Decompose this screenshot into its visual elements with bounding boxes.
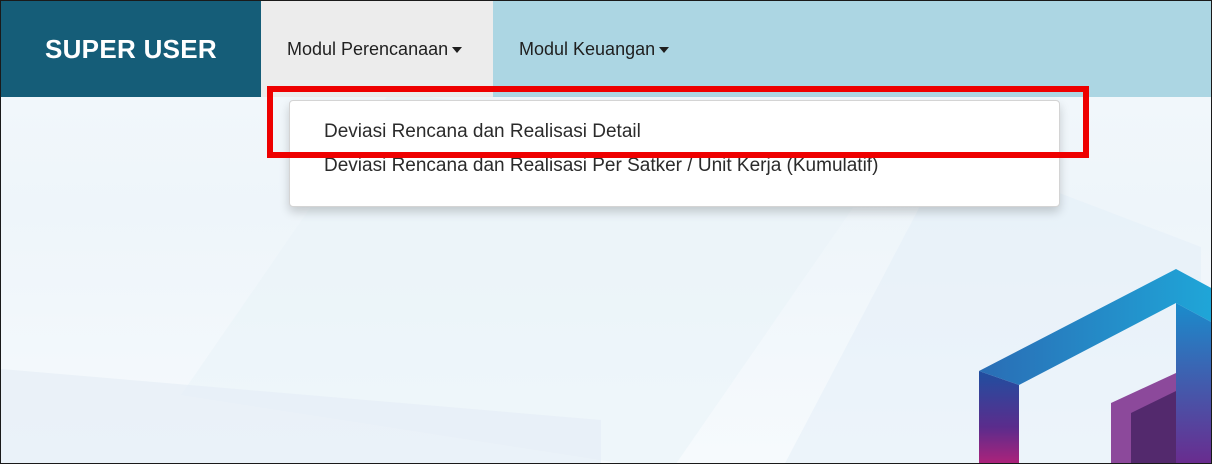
brand-label[interactable]: SUPER USER (1, 1, 261, 97)
highlight-annotation (267, 86, 1089, 158)
menu-label: Modul Keuangan (519, 38, 656, 59)
cube-logo-icon (979, 269, 1211, 463)
menu-modul-perencanaan[interactable]: Modul Perencanaan (261, 1, 493, 97)
menu-modul-keuangan[interactable]: Modul Keuangan (493, 1, 695, 97)
menu-label: Modul Perencanaan (287, 38, 449, 59)
top-navbar: SUPER USER Modul Perencanaan Modul Keuan… (1, 1, 1211, 97)
app-window: SUPER USER Modul Perencanaan Modul Keuan… (0, 0, 1212, 464)
caret-down-icon (452, 47, 463, 53)
caret-down-icon (659, 47, 670, 53)
